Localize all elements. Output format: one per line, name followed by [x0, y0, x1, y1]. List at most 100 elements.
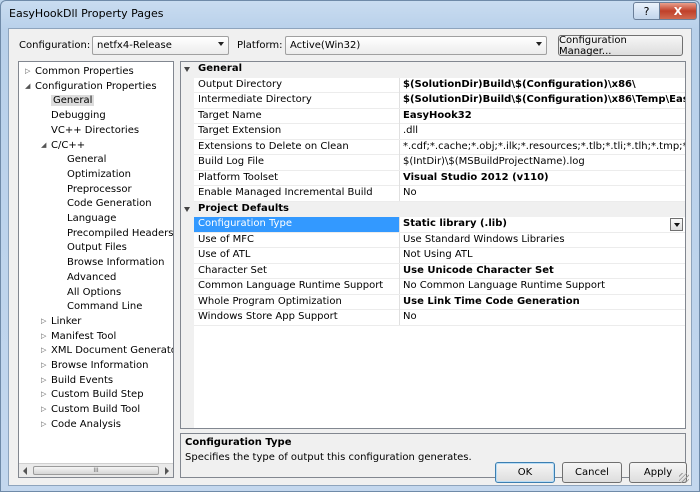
tree-item[interactable]: Advanced [67, 270, 116, 285]
tree-item[interactable]: Build Events [51, 373, 113, 388]
property-value[interactable]: Use Unicode Character Set [403, 265, 685, 276]
property-row[interactable]: Common Language Runtime Support No Common… [194, 279, 685, 295]
tree-item[interactable]: Browse Information [67, 255, 164, 270]
property-row[interactable]: Configuration Type Static library (.lib) [194, 217, 685, 233]
tree-item[interactable]: Output Files [67, 240, 127, 255]
collapse-arrow-icon[interactable] [184, 67, 190, 72]
property-row[interactable]: Target Extension .dll [194, 124, 685, 140]
tree-item[interactable]: Command Line [67, 299, 142, 314]
property-value[interactable]: No Common Language Runtime Support [403, 280, 685, 291]
tree-item[interactable]: Custom Build Step [51, 387, 144, 402]
column-divider[interactable] [399, 124, 400, 139]
property-row[interactable]: Extensions to Delete on Clean *.cdf;*.cac… [194, 139, 685, 155]
resize-grip-icon[interactable] [679, 473, 689, 483]
column-divider[interactable] [399, 310, 400, 325]
property-value[interactable]: Not Using ATL [403, 249, 685, 260]
expand-arrow-icon[interactable]: ▷ [41, 387, 49, 402]
property-row[interactable]: Whole Program Optimization Use Link Time … [194, 294, 685, 310]
expand-arrow-icon[interactable]: ▷ [41, 343, 49, 358]
property-row[interactable]: Platform Toolset Visual Studio 2012 (v110… [194, 170, 685, 186]
tree-item[interactable]: Preprocessor [67, 182, 132, 197]
property-row[interactable]: Intermediate Directory $(SolutionDir)Buil… [194, 93, 685, 109]
collapse-arrow-icon[interactable]: ◢ [41, 138, 49, 153]
scroll-left-icon[interactable] [23, 467, 27, 475]
property-row[interactable]: Character Set Use Unicode Character Set [194, 263, 685, 279]
cancel-button[interactable]: Cancel [562, 462, 622, 483]
expand-arrow-icon[interactable]: ▷ [41, 402, 49, 417]
property-value[interactable]: .dll [403, 125, 685, 136]
expand-arrow-icon[interactable]: ▷ [41, 373, 49, 388]
property-value[interactable]: $(SolutionDir)Build\$(Configuration)\x86… [403, 94, 685, 105]
expand-arrow-icon[interactable]: ▷ [25, 64, 33, 79]
tree-item[interactable]: General [51, 93, 95, 108]
column-divider[interactable] [399, 294, 400, 310]
collapse-arrow-icon[interactable]: ◢ [25, 79, 33, 94]
tree-item[interactable]: Optimization [67, 167, 131, 182]
expand-arrow-icon[interactable]: ▷ [41, 417, 49, 432]
column-divider[interactable] [399, 93, 400, 108]
configuration-manager-button[interactable]: Configuration Manager... [558, 35, 683, 57]
property-row[interactable]: Enable Managed Incremental Build No [194, 186, 685, 202]
column-divider[interactable] [399, 248, 400, 263]
help-button[interactable]: ? [633, 2, 659, 20]
property-row[interactable]: Build Log File $(IntDir)\$(MSBuildProject… [194, 155, 685, 171]
tree-item[interactable]: VC++ Directories [51, 123, 139, 138]
property-row[interactable]: Windows Store App Support No [194, 310, 685, 326]
platform-dropdown[interactable]: Active(Win32) [285, 36, 547, 55]
tree-item[interactable]: Debugging [51, 108, 106, 123]
property-value[interactable]: Use Standard Windows Libraries [403, 234, 685, 245]
column-divider[interactable] [399, 77, 400, 93]
expand-arrow-icon[interactable]: ▷ [41, 314, 49, 329]
property-value[interactable]: EasyHook32 [403, 110, 685, 121]
column-divider[interactable] [399, 155, 400, 170]
tree-item[interactable]: XML Document Generator [51, 343, 173, 358]
property-row[interactable]: Use of ATL Not Using ATL [194, 248, 685, 264]
column-divider[interactable] [399, 170, 400, 186]
column-divider[interactable] [399, 139, 400, 155]
tree-item[interactable]: Precompiled Headers [67, 226, 173, 241]
expand-arrow-icon[interactable]: ▷ [41, 358, 49, 373]
close-button[interactable]: X [659, 2, 697, 20]
tree-item[interactable]: Code Generation [67, 196, 152, 211]
property-value[interactable]: $(SolutionDir)Build\$(Configuration)\x86… [403, 79, 685, 90]
property-row[interactable]: Use of MFC Use Standard Windows Libraries [194, 232, 685, 248]
column-divider[interactable] [399, 108, 400, 124]
column-divider[interactable] [399, 232, 400, 248]
property-value[interactable]: No [403, 187, 685, 198]
collapse-arrow-icon[interactable] [184, 206, 190, 212]
expand-arrow-icon[interactable]: ▷ [41, 329, 49, 344]
tree-item[interactable]: Configuration Properties [35, 79, 157, 94]
category-row[interactable]: General [181, 62, 685, 78]
tree-item[interactable]: Browse Information [51, 358, 148, 373]
property-value[interactable]: Use Link Time Code Generation [403, 296, 685, 307]
column-divider[interactable] [399, 186, 400, 201]
tree-item[interactable]: Common Properties [35, 64, 134, 79]
property-value[interactable]: Static library (.lib) [403, 218, 685, 229]
scroll-thumb[interactable]: III [33, 466, 159, 475]
column-divider[interactable] [399, 217, 400, 232]
tree-item[interactable]: C/C++ [51, 138, 85, 153]
property-value[interactable]: *.cdf;*.cache;*.obj;*.ilk;*.resources;*.… [403, 141, 685, 152]
property-grid[interactable]: General Output Directory $(SolutionDir)Bui… [180, 61, 686, 429]
column-divider[interactable] [399, 263, 400, 279]
property-value[interactable]: No [403, 311, 685, 322]
tree-item[interactable]: General [67, 152, 106, 167]
property-value[interactable]: Visual Studio 2012 (v110) [403, 172, 685, 183]
property-row[interactable]: Output Directory $(SolutionDir)Build\$(Co… [194, 77, 685, 93]
tree-item[interactable]: Linker [51, 314, 81, 329]
category-row[interactable]: Project Defaults [181, 201, 685, 217]
tree-item[interactable]: Manifest Tool [51, 329, 116, 344]
property-value[interactable]: $(IntDir)\$(MSBuildProjectName).log [403, 156, 685, 167]
tree-item[interactable]: Custom Build Tool [51, 402, 140, 417]
tree-item[interactable]: Code Analysis [51, 417, 121, 432]
configuration-dropdown[interactable]: netfx4-Release [92, 36, 229, 55]
value-dropdown-button[interactable] [670, 218, 683, 231]
column-divider[interactable] [399, 279, 400, 294]
ok-button[interactable]: OK [495, 462, 555, 483]
property-tree[interactable]: III Common Properties ▷ Configuration Prop… [18, 61, 174, 478]
tree-item[interactable]: All Options [67, 285, 121, 300]
tree-item[interactable]: Language [67, 211, 116, 226]
tree-horizontal-scrollbar[interactable]: III [19, 463, 173, 477]
property-row[interactable]: Target Name EasyHook32 [194, 108, 685, 124]
scroll-right-icon[interactable] [165, 467, 169, 475]
